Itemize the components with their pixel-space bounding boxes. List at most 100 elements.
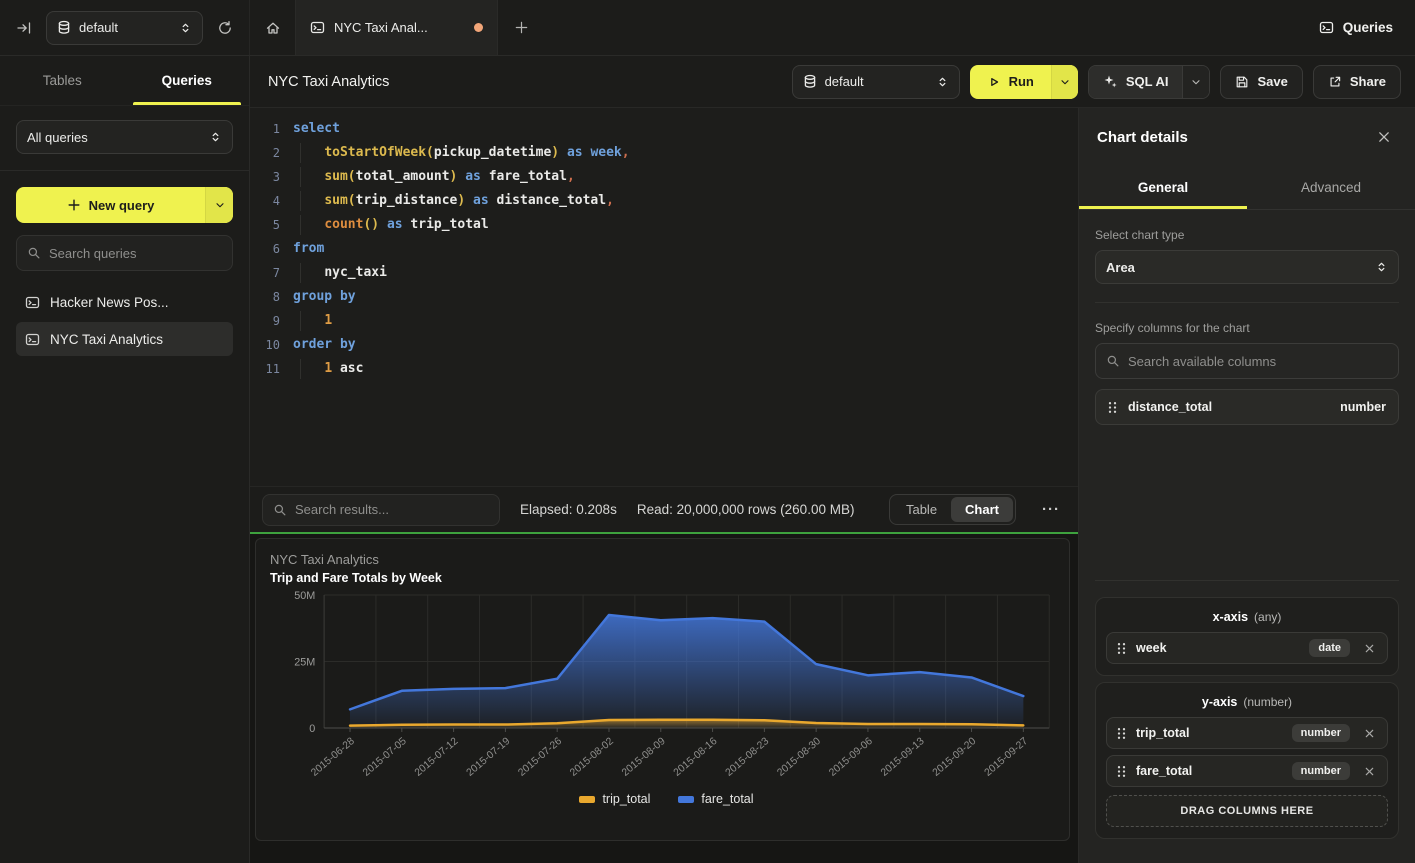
drag-handle-icon[interactable] [1117,642,1126,655]
remove-column-icon[interactable] [1362,641,1377,656]
new-query-dropdown[interactable] [205,187,233,223]
sql-token [489,193,497,208]
sidebar-divider [0,170,249,171]
panel-spacer [1095,425,1399,580]
share-icon [1328,75,1342,89]
axis-column-item[interactable]: week date [1106,632,1388,664]
columns-label: Specify columns for the chart [1095,321,1399,335]
axis-column-item[interactable]: trip_totalnumber [1106,717,1388,749]
collapse-sidebar-icon[interactable] [12,16,36,40]
axis-name: x-axis [1213,610,1248,624]
axis-column-item[interactable]: fare_totalnumber [1106,755,1388,787]
axes-container: x-axis(any)weekdatey-axis(number)trip_to… [1095,591,1399,839]
tab-advanced[interactable]: Advanced [1247,166,1415,209]
new-query-button[interactable]: New query [16,187,233,223]
close-icon[interactable] [1373,126,1395,148]
column-name: trip_total [1136,726,1282,740]
legend-item[interactable]: fare_total [678,792,753,806]
drag-handle-icon[interactable] [1108,401,1117,414]
results-search-input[interactable] [295,502,489,517]
sidebar-search-input[interactable] [49,246,225,261]
sql-token: fare_total [489,169,567,184]
legend-swatch [579,796,595,803]
save-button[interactable]: Save [1220,65,1302,99]
sidebar-tab-tables[interactable]: Tables [0,56,125,105]
sql-token: , [606,193,614,208]
sql-token: from [293,241,324,256]
sql-token: as [473,193,489,208]
sql-token: as [465,169,481,184]
new-query-label: New query [89,198,155,213]
sql-ai-button[interactable]: SQL AI [1088,65,1211,99]
page-title: NYC Taxi Analytics [268,74,389,90]
query-filter-select[interactable]: All queries [16,120,233,154]
tab-general[interactable]: General [1079,166,1247,209]
code-line: 8group by [250,285,1078,309]
svg-text:2015-08-02: 2015-08-02 [568,736,616,779]
database-selector[interactable]: default [46,11,203,45]
query-list-item[interactable]: NYC Taxi Analytics [16,322,233,356]
code-text: count() as trip_total [293,213,489,237]
run-options-dropdown[interactable] [1051,65,1078,99]
column-type-badge: date [1309,639,1350,657]
sidebar-search[interactable] [16,235,233,271]
sql-token: , [567,169,575,184]
search-icon [1106,354,1120,368]
y-axis-section: y-axis(number)trip_totalnumberfare_total… [1095,682,1399,839]
drag-handle-icon[interactable] [1117,765,1126,778]
sidebar-tab-queries[interactable]: Queries [125,56,250,105]
new-tab-button[interactable] [498,0,544,55]
table-view-button[interactable]: Table [892,497,951,522]
query-list-item[interactable]: Hacker News Pos... [16,285,233,319]
columns-search-input[interactable] [1128,354,1388,369]
home-tab[interactable] [250,0,296,55]
svg-text:2015-08-09: 2015-08-09 [620,736,668,779]
available-column-item[interactable]: distance_totalnumber [1095,389,1399,425]
column-name: week [1136,641,1299,655]
line-number: 6 [250,237,280,261]
tab-nyc-taxi-analytics[interactable]: NYC Taxi Anal... [296,0,498,55]
code-text: nyc_taxi [293,261,387,285]
axis-name: y-axis [1202,695,1237,709]
query-icon [310,20,325,35]
run-button[interactable]: Run [970,65,1078,99]
legend-item[interactable]: trip_total [579,792,650,806]
indent-guide [300,167,301,187]
run-database-selector[interactable]: default [792,65,960,99]
sql-token: nyc_taxi [324,265,387,280]
sql-editor[interactable]: 1select2 toStartOfWeek(pickup_datetime) … [250,108,1078,486]
sql-token: toStartOfWeek( [324,145,434,160]
line-number: 5 [250,213,280,237]
query-icon [25,332,40,347]
svg-text:2015-09-27: 2015-09-27 [983,736,1031,779]
drag-columns-dropzone[interactable]: DRAG COLUMNS HERE [1106,795,1388,827]
remove-column-icon[interactable] [1362,726,1377,741]
svg-text:2015-07-05: 2015-07-05 [361,736,409,779]
refresh-icon[interactable] [213,16,237,40]
queries-nav-button[interactable]: Queries [1297,0,1415,55]
chart-view-button[interactable]: Chart [951,497,1013,522]
play-icon [987,75,1001,89]
drag-handle-icon[interactable] [1117,727,1126,740]
svg-text:2015-07-26: 2015-07-26 [517,736,565,779]
legend-swatch [678,796,694,803]
column-type-badge: number [1292,762,1350,780]
svg-text:2015-09-06: 2015-09-06 [827,736,875,779]
line-number: 8 [250,285,280,309]
chart-type-select[interactable]: Area [1095,250,1399,284]
sql-ai-dropdown[interactable] [1182,66,1209,98]
chart-title: NYC Taxi Analytics [270,552,1063,567]
columns-search[interactable] [1095,343,1399,379]
code-text: sum(total_amount) as fare_total, [293,165,575,189]
more-options-button[interactable]: ··· [1036,501,1066,518]
chart-details-title: Chart details [1097,129,1188,146]
sql-token: as [567,145,583,160]
active-tab-underline [133,102,242,105]
share-button[interactable]: Share [1313,65,1401,99]
sql-token [293,361,324,376]
results-search[interactable] [262,494,500,526]
sql-token: trip_distance [356,193,458,208]
sql-token [332,361,340,376]
remove-column-icon[interactable] [1362,764,1377,779]
code-line: 6 from [250,237,1078,261]
